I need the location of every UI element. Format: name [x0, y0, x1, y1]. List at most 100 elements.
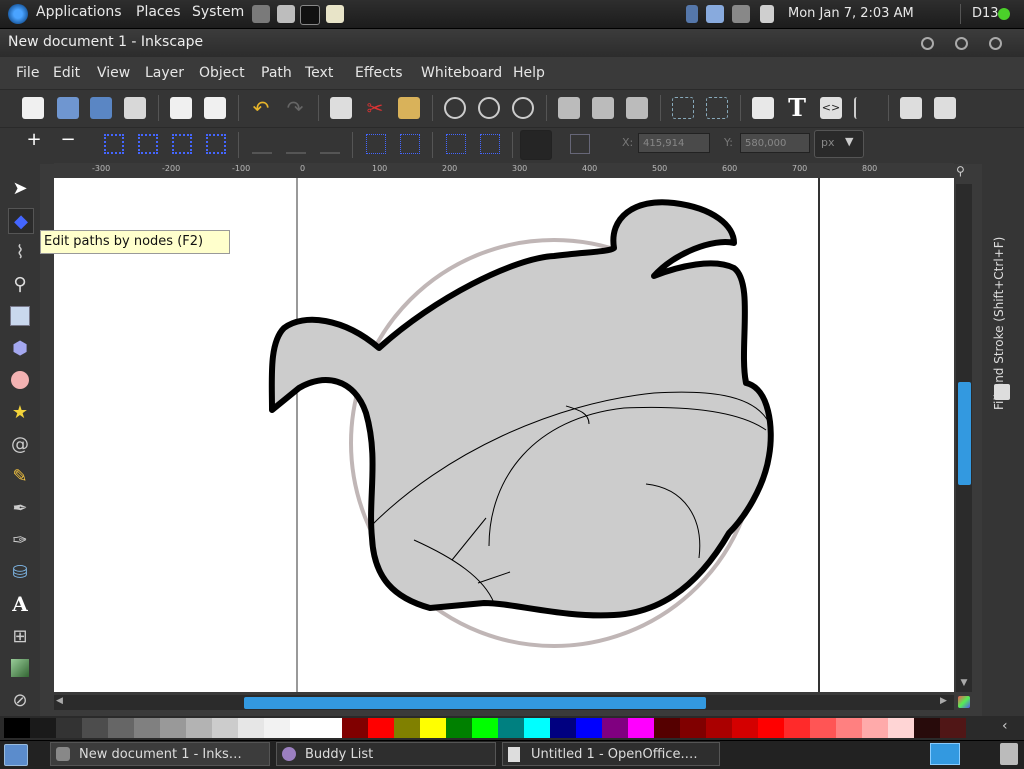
- task-buddy-list[interactable]: Buddy List: [276, 742, 496, 766]
- color-swatch[interactable]: [212, 718, 238, 738]
- calligraphy-tool-icon[interactable]: ✑: [8, 528, 32, 552]
- dropper-tool-icon[interactable]: ⊘: [8, 688, 32, 712]
- drawing-canvas[interactable]: [54, 178, 954, 692]
- task-inkscape[interactable]: New document 1 - Inks…: [50, 742, 270, 766]
- zoom-corner-icon[interactable]: ⚲: [956, 164, 970, 178]
- color-swatch[interactable]: [238, 718, 264, 738]
- scroll-right-button[interactable]: ▶: [940, 696, 952, 708]
- color-swatch[interactable]: [602, 718, 628, 738]
- show-handles-icon[interactable]: [520, 130, 552, 160]
- workspace-label[interactable]: D13: [972, 6, 999, 21]
- workspace-switcher[interactable]: [930, 743, 960, 765]
- delete-segment-icon[interactable]: [206, 134, 226, 154]
- blob-shape[interactable]: [268, 199, 774, 619]
- applications-menu[interactable]: Applications: [36, 4, 122, 20]
- rectangle-tool-icon[interactable]: [8, 304, 32, 328]
- color-swatch[interactable]: [576, 718, 602, 738]
- paste-icon[interactable]: [398, 97, 420, 119]
- break-path-icon[interactable]: [138, 134, 158, 154]
- scroll-left-button[interactable]: ◀: [56, 696, 68, 708]
- align-distribute-icon[interactable]: [854, 97, 876, 119]
- fill-stroke-dock-icon[interactable]: [994, 384, 1010, 400]
- trash-icon[interactable]: [1000, 743, 1018, 765]
- color-swatch[interactable]: [290, 718, 316, 738]
- y-coordinate-input[interactable]: 580,000: [740, 133, 810, 153]
- vertical-scroll-thumb[interactable]: [958, 382, 971, 485]
- color-swatch[interactable]: [810, 718, 836, 738]
- zoom-page-icon[interactable]: [512, 97, 534, 119]
- unit-select[interactable]: px ▼: [814, 130, 864, 158]
- menu-path[interactable]: Path: [261, 65, 292, 81]
- volume-icon[interactable]: [760, 5, 774, 23]
- menu-layer[interactable]: Layer: [145, 65, 184, 81]
- color-manage-icon[interactable]: [958, 696, 970, 708]
- close-button[interactable]: [989, 37, 1002, 50]
- print-icon[interactable]: [124, 97, 146, 119]
- cut-icon[interactable]: ✂: [364, 97, 386, 119]
- export-icon[interactable]: [204, 97, 226, 119]
- menu-effects[interactable]: Effects: [355, 65, 403, 81]
- color-swatch[interactable]: [446, 718, 472, 738]
- color-swatch[interactable]: [30, 718, 56, 738]
- star-tool-icon[interactable]: ★: [8, 400, 32, 424]
- color-swatch[interactable]: [82, 718, 108, 738]
- color-swatch[interactable]: [316, 718, 342, 738]
- color-swatch[interactable]: [420, 718, 446, 738]
- color-swatch[interactable]: [758, 718, 784, 738]
- preferences-icon[interactable]: [934, 97, 956, 119]
- maximize-button[interactable]: [955, 37, 968, 50]
- launcher-icon[interactable]: [252, 5, 270, 23]
- add-node-icon[interactable]: +: [24, 131, 44, 154]
- gradient-tool-icon[interactable]: [8, 656, 32, 680]
- show-outline-icon[interactable]: [570, 134, 590, 154]
- menu-view[interactable]: View: [97, 65, 130, 81]
- node-tool-icon[interactable]: ◆: [8, 208, 34, 234]
- stroke-to-path-icon[interactable]: [480, 134, 500, 154]
- fill-stroke-icon[interactable]: [752, 97, 774, 119]
- bluetooth-icon[interactable]: [686, 5, 698, 23]
- x-coordinate-input[interactable]: 415,914: [638, 133, 710, 153]
- import-icon[interactable]: [170, 97, 192, 119]
- zoom-selection-icon[interactable]: [444, 97, 466, 119]
- text-tool-icon[interactable]: A: [8, 592, 32, 616]
- color-swatch[interactable]: [862, 718, 888, 738]
- delete-node-icon[interactable]: −: [58, 131, 78, 154]
- duplicate-icon[interactable]: [558, 97, 580, 119]
- places-menu[interactable]: Places: [136, 4, 181, 20]
- text-font-icon[interactable]: T: [786, 95, 808, 121]
- join-segment-icon[interactable]: [172, 134, 192, 154]
- clock[interactable]: Mon Jan 7, 2:03 AM: [788, 6, 914, 21]
- color-swatch[interactable]: [940, 718, 966, 738]
- color-swatch[interactable]: [186, 718, 212, 738]
- distro-logo-icon[interactable]: [8, 4, 28, 24]
- color-swatch[interactable]: [498, 718, 524, 738]
- color-swatch[interactable]: [368, 718, 394, 738]
- smooth-node-icon[interactable]: [286, 134, 306, 154]
- color-swatch[interactable]: [56, 718, 82, 738]
- unlink-clone-icon[interactable]: [626, 97, 648, 119]
- save-document-icon[interactable]: [90, 97, 112, 119]
- new-document-icon[interactable]: [22, 97, 44, 119]
- segment-curve-icon[interactable]: [400, 134, 420, 154]
- network-icon[interactable]: [732, 5, 750, 23]
- color-swatch[interactable]: [134, 718, 160, 738]
- menu-whiteboard[interactable]: Whiteboard: [421, 65, 502, 81]
- scroll-down-button[interactable]: ▼: [956, 678, 972, 692]
- color-swatch[interactable]: [732, 718, 758, 738]
- ungroup-icon[interactable]: [706, 97, 728, 119]
- segment-line-icon[interactable]: [366, 134, 386, 154]
- fill-stroke-dock-tab[interactable]: Fill and Stroke (Shift+Ctrl+F): [992, 170, 1012, 410]
- show-desktop-icon[interactable]: [4, 744, 28, 766]
- minimize-button[interactable]: [921, 37, 934, 50]
- xml-editor-icon[interactable]: <>: [820, 97, 842, 119]
- connector-tool-icon[interactable]: ⊞: [8, 624, 32, 648]
- copy-icon[interactable]: [330, 97, 352, 119]
- color-swatch[interactable]: [342, 718, 368, 738]
- symmetric-node-icon[interactable]: [320, 134, 340, 154]
- redo-icon[interactable]: ↷: [284, 97, 306, 119]
- group-icon[interactable]: [672, 97, 694, 119]
- undo-icon[interactable]: ↶: [250, 97, 272, 119]
- pen-tool-icon[interactable]: ✒: [8, 496, 32, 520]
- paint-bucket-tool-icon[interactable]: ⛁: [8, 560, 32, 584]
- clone-icon[interactable]: [592, 97, 614, 119]
